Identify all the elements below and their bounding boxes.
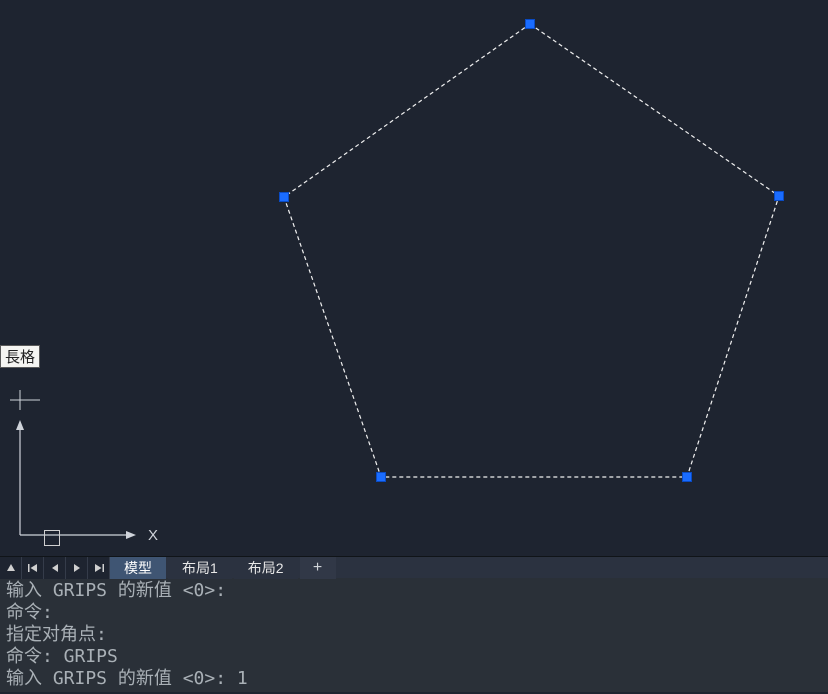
tooltip-chip: 長格 bbox=[0, 345, 40, 368]
tab-model[interactable]: 模型 bbox=[110, 557, 166, 579]
tab-scroll-up-button[interactable] bbox=[0, 557, 22, 579]
pickbox-cursor bbox=[44, 530, 60, 546]
drawing-canvas[interactable]: 長格 X bbox=[0, 0, 828, 556]
grip-handle[interactable] bbox=[376, 472, 386, 482]
grip-handle[interactable] bbox=[279, 192, 289, 202]
tab-first-button[interactable] bbox=[22, 557, 44, 579]
command-line: 命令: GRIPS bbox=[6, 646, 822, 668]
tab-layout2[interactable]: 布局2 bbox=[234, 557, 298, 579]
grip-handle[interactable] bbox=[525, 19, 535, 29]
grip-handle[interactable] bbox=[682, 472, 692, 482]
command-history[interactable]: 输入 GRIPS 的新值 <0>: 命令: 指定对角点: 命令: GRIPS 输… bbox=[0, 578, 828, 692]
selected-polygon[interactable] bbox=[0, 0, 828, 556]
tab-last-button[interactable] bbox=[88, 557, 110, 579]
command-line: 输入 GRIPS 的新值 <0>: bbox=[6, 580, 822, 602]
command-line: 指定对角点: bbox=[6, 624, 822, 646]
grip-handle[interactable] bbox=[774, 191, 784, 201]
layout-tab-bar: 模型 布局1 布局2 + bbox=[0, 556, 828, 578]
tab-prev-button[interactable] bbox=[44, 557, 66, 579]
tab-add-button[interactable]: + bbox=[300, 557, 336, 579]
command-line: 命令: bbox=[6, 602, 822, 624]
tab-layout1[interactable]: 布局1 bbox=[168, 557, 232, 579]
command-line: 输入 GRIPS 的新值 <0>: 1 bbox=[6, 668, 822, 690]
tab-next-button[interactable] bbox=[66, 557, 88, 579]
